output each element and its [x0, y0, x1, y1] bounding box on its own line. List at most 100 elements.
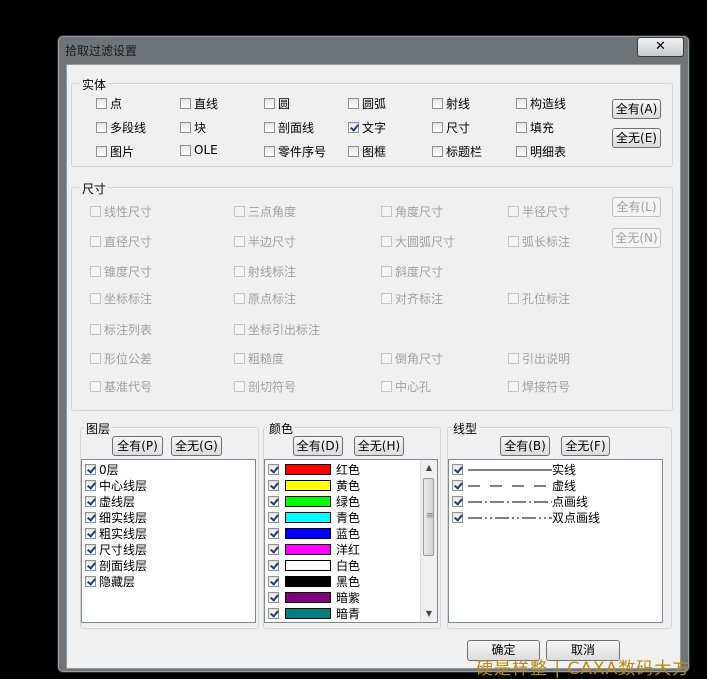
- checkbox[interactable]: [90, 381, 101, 392]
- dimension-checkbox[interactable]: 三点角度: [234, 203, 296, 220]
- entity-checkbox[interactable]: 射线: [432, 95, 470, 112]
- dimension-select-none-button[interactable]: 全无(N): [612, 228, 661, 248]
- checkbox[interactable]: [508, 236, 519, 247]
- checkbox[interactable]: [85, 463, 96, 475]
- dimension-checkbox[interactable]: 坐标引出标注: [234, 321, 320, 338]
- checkbox[interactable]: [85, 543, 96, 555]
- checkbox[interactable]: [348, 98, 359, 109]
- checkbox[interactable]: [268, 495, 279, 507]
- checkbox[interactable]: [90, 236, 101, 247]
- entity-checkbox[interactable]: 多段线: [96, 119, 146, 136]
- linetype-select-none-button[interactable]: 全无(F): [561, 436, 610, 456]
- dimension-checkbox[interactable]: 大圆弧尺寸: [381, 233, 455, 250]
- list-item[interactable]: 红色: [265, 461, 437, 477]
- dimension-checkbox[interactable]: 引出说明: [508, 350, 570, 367]
- color-select-all-button[interactable]: 全有(D): [293, 436, 343, 456]
- entity-checkbox[interactable]: 填充: [516, 119, 554, 136]
- checkbox[interactable]: [381, 266, 392, 277]
- checkbox[interactable]: [90, 293, 101, 304]
- list-item[interactable]: 0层: [82, 461, 255, 477]
- checkbox[interactable]: [264, 122, 275, 133]
- entity-checkbox[interactable]: 标题栏: [432, 143, 482, 160]
- checkbox[interactable]: [268, 575, 279, 587]
- checkbox[interactable]: [264, 98, 275, 109]
- linetype-list[interactable]: 实线 虚线 点画线 双点画线: [448, 459, 663, 623]
- list-item[interactable]: 青色: [265, 509, 437, 525]
- checkbox[interactable]: [90, 266, 101, 277]
- entity-checkbox[interactable]: 图框: [348, 143, 386, 160]
- entity-checkbox[interactable]: 块: [180, 119, 206, 136]
- dimension-checkbox[interactable]: 锥度尺寸: [90, 263, 152, 280]
- dimension-checkbox[interactable]: 孔位标注: [508, 290, 570, 307]
- checkbox[interactable]: [180, 144, 191, 156]
- dimension-checkbox[interactable]: 半径尺寸: [508, 203, 570, 220]
- checkbox[interactable]: [85, 527, 96, 539]
- checkbox[interactable]: [85, 495, 96, 507]
- checkbox[interactable]: [234, 206, 245, 217]
- color-list-scrollbar[interactable]: ▲ ≡ ▼: [420, 460, 437, 622]
- dimension-checkbox[interactable]: 对齐标注: [381, 290, 443, 307]
- dimension-select-all-button[interactable]: 全有(L): [612, 197, 661, 217]
- checkbox[interactable]: [85, 511, 96, 523]
- list-item[interactable]: 蓝色: [265, 525, 437, 541]
- dimension-checkbox[interactable]: 焊接符号: [508, 378, 570, 395]
- dimension-checkbox[interactable]: 半边尺寸: [234, 233, 296, 250]
- checkbox[interactable]: [432, 146, 443, 157]
- entity-checkbox[interactable]: OLE: [180, 143, 218, 157]
- checkbox[interactable]: [268, 543, 279, 555]
- dimension-checkbox[interactable]: 基准代号: [90, 378, 152, 395]
- dimension-checkbox[interactable]: 粗糙度: [234, 350, 284, 367]
- checkbox[interactable]: [85, 559, 96, 571]
- list-item[interactable]: 暗青: [265, 605, 437, 621]
- entity-checkbox[interactable]: 图片: [96, 143, 134, 160]
- dimension-checkbox[interactable]: 标注列表: [90, 321, 152, 338]
- entity-checkbox[interactable]: 剖面线: [264, 119, 314, 136]
- dimension-checkbox[interactable]: 中心孔: [381, 378, 431, 395]
- checkbox[interactable]: [268, 527, 279, 539]
- list-item[interactable]: 实线: [449, 461, 662, 477]
- checkbox[interactable]: [234, 353, 245, 364]
- list-item[interactable]: 白色: [265, 557, 437, 573]
- checkbox[interactable]: [348, 122, 359, 133]
- checkbox[interactable]: [234, 324, 245, 335]
- checkbox[interactable]: [268, 591, 279, 603]
- checkbox[interactable]: [268, 479, 279, 491]
- checkbox[interactable]: [180, 122, 191, 133]
- dimension-checkbox[interactable]: 坐标标注: [90, 290, 152, 307]
- entity-checkbox[interactable]: 圆: [264, 95, 290, 112]
- list-item[interactable]: 细实线层: [82, 509, 255, 525]
- entity-checkbox[interactable]: 文字: [348, 119, 386, 136]
- checkbox[interactable]: [516, 122, 527, 133]
- list-item[interactable]: 虚线: [449, 477, 662, 493]
- list-item[interactable]: 虚线层: [82, 493, 255, 509]
- checkbox[interactable]: [268, 607, 279, 619]
- entity-checkbox[interactable]: 构造线: [516, 95, 566, 112]
- checkbox[interactable]: [432, 98, 443, 109]
- scroll-thumb[interactable]: ≡: [423, 478, 434, 556]
- checkbox[interactable]: [90, 206, 101, 217]
- checkbox[interactable]: [381, 293, 392, 304]
- list-item[interactable]: 暗紫: [265, 589, 437, 605]
- checkbox[interactable]: [234, 381, 245, 392]
- checkbox[interactable]: [85, 575, 96, 587]
- checkbox[interactable]: [268, 559, 279, 571]
- list-item[interactable]: 尺寸线层: [82, 541, 255, 557]
- checkbox[interactable]: [234, 266, 245, 277]
- layer-list[interactable]: 0层 中心线层 虚线层 细实线层 粗实线层 尺寸线层 剖面线层 隐藏层: [81, 459, 256, 623]
- checkbox[interactable]: [508, 206, 519, 217]
- list-item[interactable]: 黑色: [265, 573, 437, 589]
- list-item[interactable]: 黄色: [265, 477, 437, 493]
- dimension-checkbox[interactable]: 斜度尺寸: [381, 263, 443, 280]
- entity-checkbox[interactable]: 尺寸: [432, 119, 470, 136]
- checkbox[interactable]: [452, 479, 463, 491]
- checkbox[interactable]: [432, 122, 443, 133]
- entity-checkbox[interactable]: 明细表: [516, 143, 566, 160]
- checkbox[interactable]: [452, 495, 463, 507]
- checkbox[interactable]: [508, 353, 519, 364]
- checkbox[interactable]: [508, 293, 519, 304]
- list-item[interactable]: 粗实线层: [82, 525, 255, 541]
- checkbox[interactable]: [268, 511, 279, 523]
- close-button[interactable]: ✕: [637, 37, 684, 57]
- linetype-select-all-button[interactable]: 全有(B): [500, 436, 550, 456]
- entity-select-all-button[interactable]: 全有(A): [612, 99, 661, 119]
